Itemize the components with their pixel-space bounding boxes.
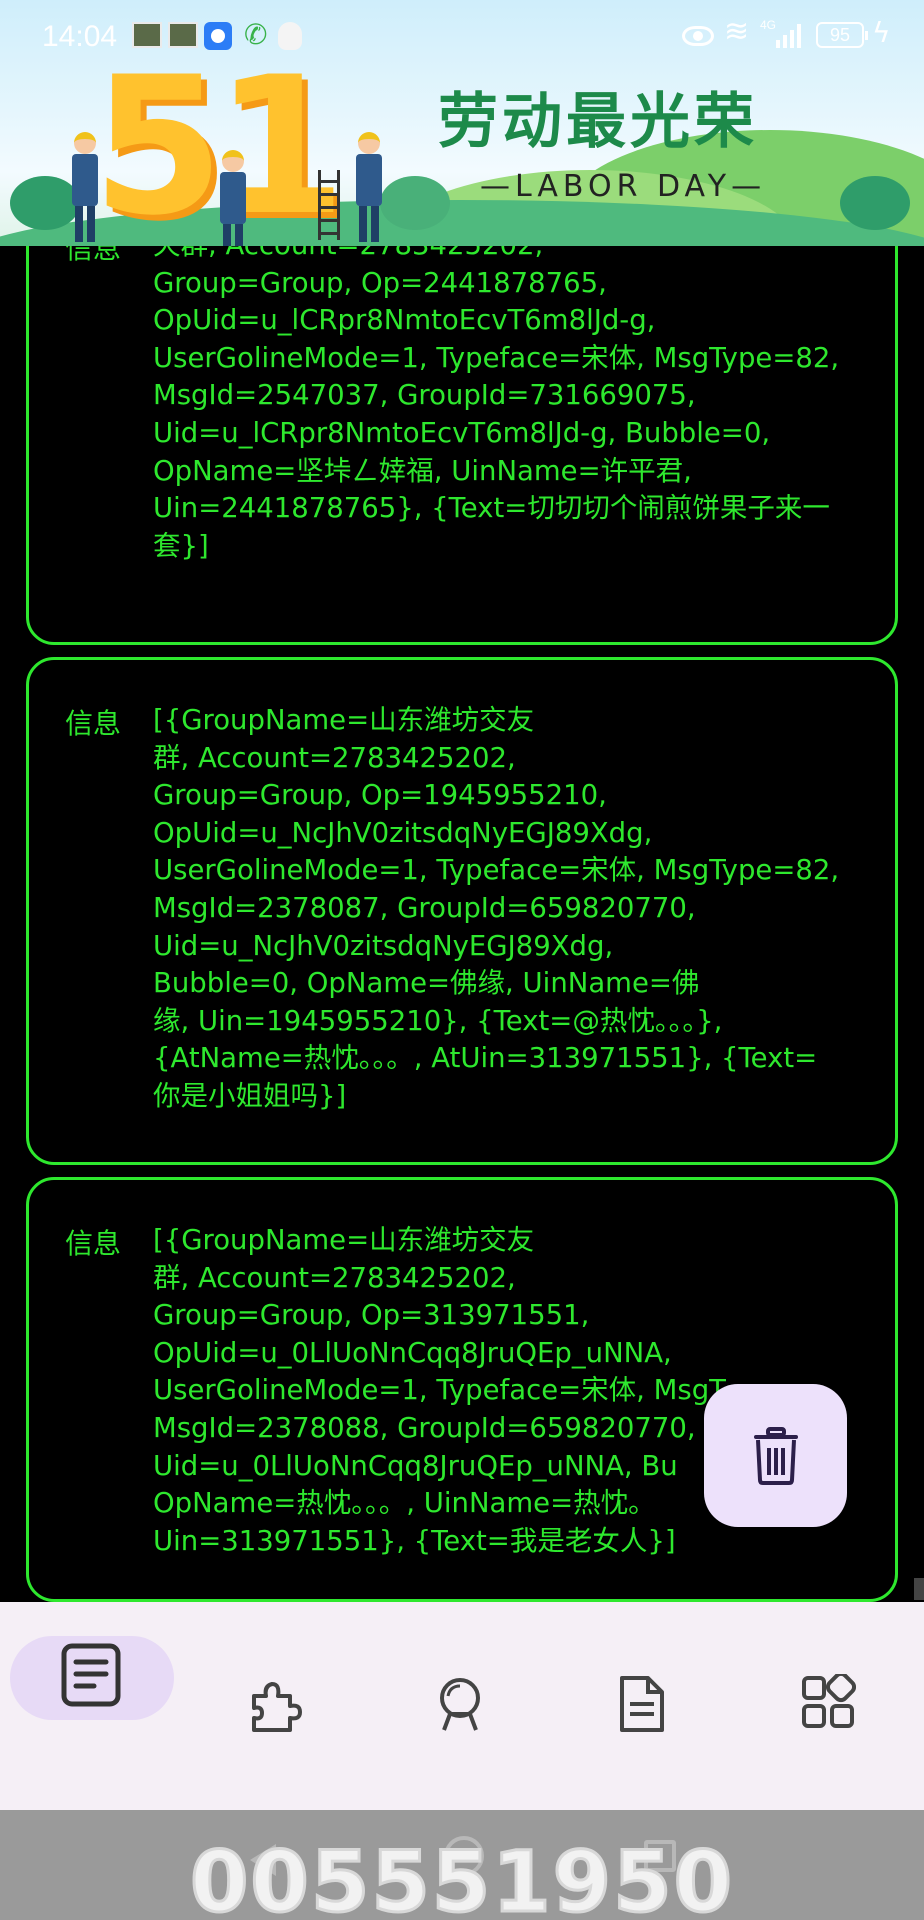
message-label: 信息 xyxy=(65,707,122,740)
status-time: 14:04 xyxy=(42,20,118,53)
worker-illustration xyxy=(356,132,382,242)
banner-slogan-en: —LABOR DAY— xyxy=(480,169,767,204)
watermark-text: 005551950 xyxy=(188,1833,735,1920)
ladder-illustration xyxy=(318,170,340,240)
scrollbar-thumb[interactable] xyxy=(914,1578,924,1600)
network-type-label: 4G xyxy=(760,18,777,32)
gallery-notification-icon xyxy=(168,22,198,48)
phone-icon: ✆ xyxy=(244,18,268,51)
eye-icon xyxy=(682,26,714,46)
document-icon xyxy=(620,1676,664,1732)
banner-slogan-cn: 劳动最光荣 xyxy=(438,87,758,157)
app-notification-icon xyxy=(204,22,232,50)
charging-bolt-icon: ϟ xyxy=(872,16,891,49)
robot-icon xyxy=(440,1678,480,1731)
worker-illustration xyxy=(220,150,246,246)
wifi-icon: ≋ xyxy=(724,14,750,49)
labor-day-banner: 51 劳动最光荣 —LABOR DAY— 14:04 ✆ ≋ 4G 95 ϟ xyxy=(0,0,924,246)
apps-grid-icon xyxy=(802,1674,856,1728)
message-text: [{GroupName=山东潍坊交友 群, Account=2783425202… xyxy=(153,704,840,1112)
message-card[interactable]: 信息 [{GroupName=山东潍坊交友 群, Account=2783425… xyxy=(26,657,898,1165)
banner-bush xyxy=(10,176,80,230)
nav-tab-documents[interactable] xyxy=(564,1636,728,1732)
qq-icon xyxy=(278,22,302,50)
nav-tab-log[interactable] xyxy=(10,1636,174,1720)
nav-tab-robot[interactable] xyxy=(380,1636,544,1731)
banner-big-number: 51 xyxy=(92,36,346,246)
bottom-navigation xyxy=(0,1602,924,1810)
banner-bush xyxy=(840,176,910,230)
battery-icon: 95 xyxy=(816,22,868,48)
status-bar: 14:04 ✆ ≋ 4G 95 ϟ xyxy=(0,0,924,74)
message-text: 天群, Account=2783425202, Group=Group, Op=… xyxy=(153,229,840,562)
signal-icon xyxy=(776,24,806,48)
gallery-notification-icon xyxy=(132,22,162,48)
delete-fab-button[interactable] xyxy=(704,1384,847,1527)
nav-tab-plugins[interactable] xyxy=(194,1636,358,1732)
message-label: 信息 xyxy=(65,1227,122,1260)
trash-icon xyxy=(754,1427,798,1485)
plugin-icon xyxy=(252,1682,302,1732)
banner-bush xyxy=(380,176,450,230)
nav-tab-apps[interactable] xyxy=(748,1636,912,1728)
worker-illustration xyxy=(72,132,98,242)
log-list-icon xyxy=(61,1643,121,1707)
